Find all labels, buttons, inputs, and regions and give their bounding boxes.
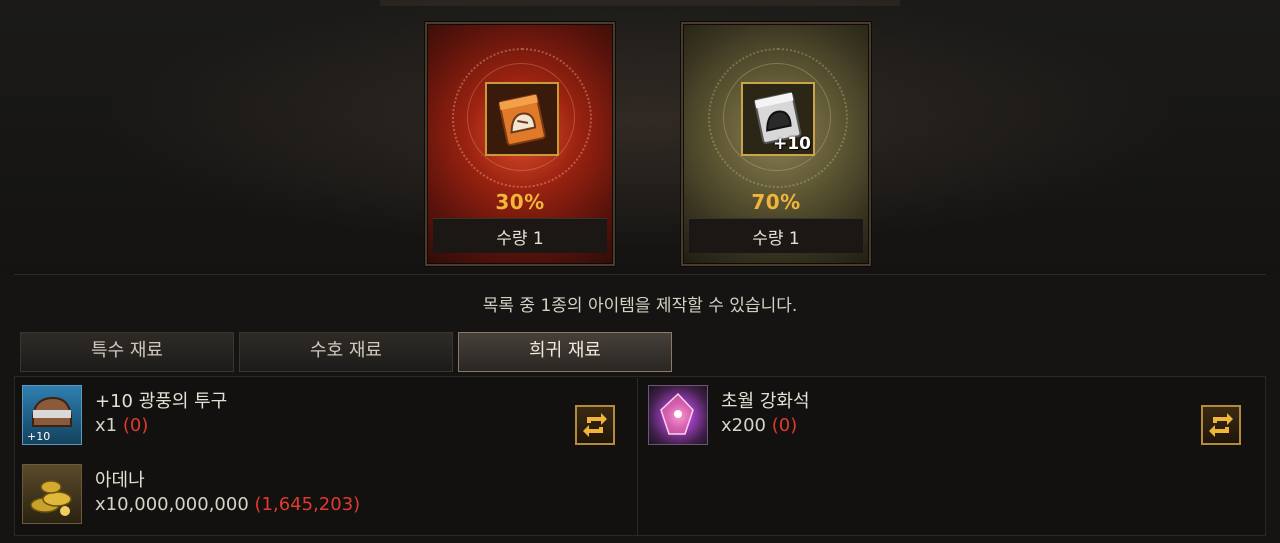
helmet-scroll-plus10-icon: +10 (741, 82, 815, 156)
material-count: x1 (0) (95, 415, 148, 436)
success-rate: 30% (495, 190, 545, 214)
enchant-level-badge: +10 (27, 430, 50, 443)
material-count: x10,000,000,000 (1,645,203) (95, 494, 360, 515)
required-amount: x10,000,000,000 (95, 494, 249, 515)
tab-special-materials[interactable]: 특수 재료 (20, 332, 234, 372)
enchant-level-badge: +10 (773, 134, 811, 154)
quantity-bar: 수량 1 (433, 218, 607, 253)
tab-rare-materials[interactable]: 희귀 재료 (458, 332, 672, 372)
enhance-stone-icon[interactable] (648, 385, 708, 445)
required-amount: x200 (721, 415, 767, 436)
craft-notice: 목록 중 1종의 아이템을 제작할 수 있습니다. (482, 296, 798, 316)
material-item: 초월 강화석 x200 (0) (648, 385, 1068, 447)
result-card-normal[interactable]: 30% 수량 1 (425, 22, 615, 266)
required-amount: x1 (95, 415, 118, 436)
top-frame-edge (380, 0, 900, 6)
material-name: 아데나 (95, 470, 145, 491)
result-card-enchanted[interactable]: +10 70% 수량 1 (681, 22, 871, 266)
swap-material-button[interactable] (575, 405, 615, 445)
owned-amount: (1,645,203) (254, 494, 361, 515)
quantity-label: 수량 1 (752, 229, 800, 249)
owned-amount: (0) (771, 415, 798, 436)
material-item: 아데나 x10,000,000,000 (1,645,203) (22, 464, 502, 526)
section-divider (14, 274, 1266, 275)
material-name: 초월 강화석 (721, 391, 810, 412)
material-item: +10 +10 광풍의 투구 x1 (0) (22, 385, 442, 447)
column-divider (637, 378, 638, 536)
background-scene (0, 0, 1280, 275)
swap-material-button[interactable] (1201, 405, 1241, 445)
success-rate: 70% (751, 190, 801, 214)
quantity-label: 수량 1 (496, 229, 544, 249)
adena-coins-icon[interactable] (22, 464, 82, 524)
material-count: x200 (0) (721, 415, 797, 436)
tab-guardian-materials[interactable]: 수호 재료 (239, 332, 453, 372)
helmet-scroll-icon (485, 82, 559, 156)
helmet-icon[interactable]: +10 (22, 385, 82, 445)
material-name: +10 광풍의 투구 (95, 391, 228, 412)
swap-icon (1209, 413, 1233, 437)
swap-icon (583, 413, 607, 437)
owned-amount: (0) (122, 415, 149, 436)
quantity-bar: 수량 1 (689, 218, 863, 253)
